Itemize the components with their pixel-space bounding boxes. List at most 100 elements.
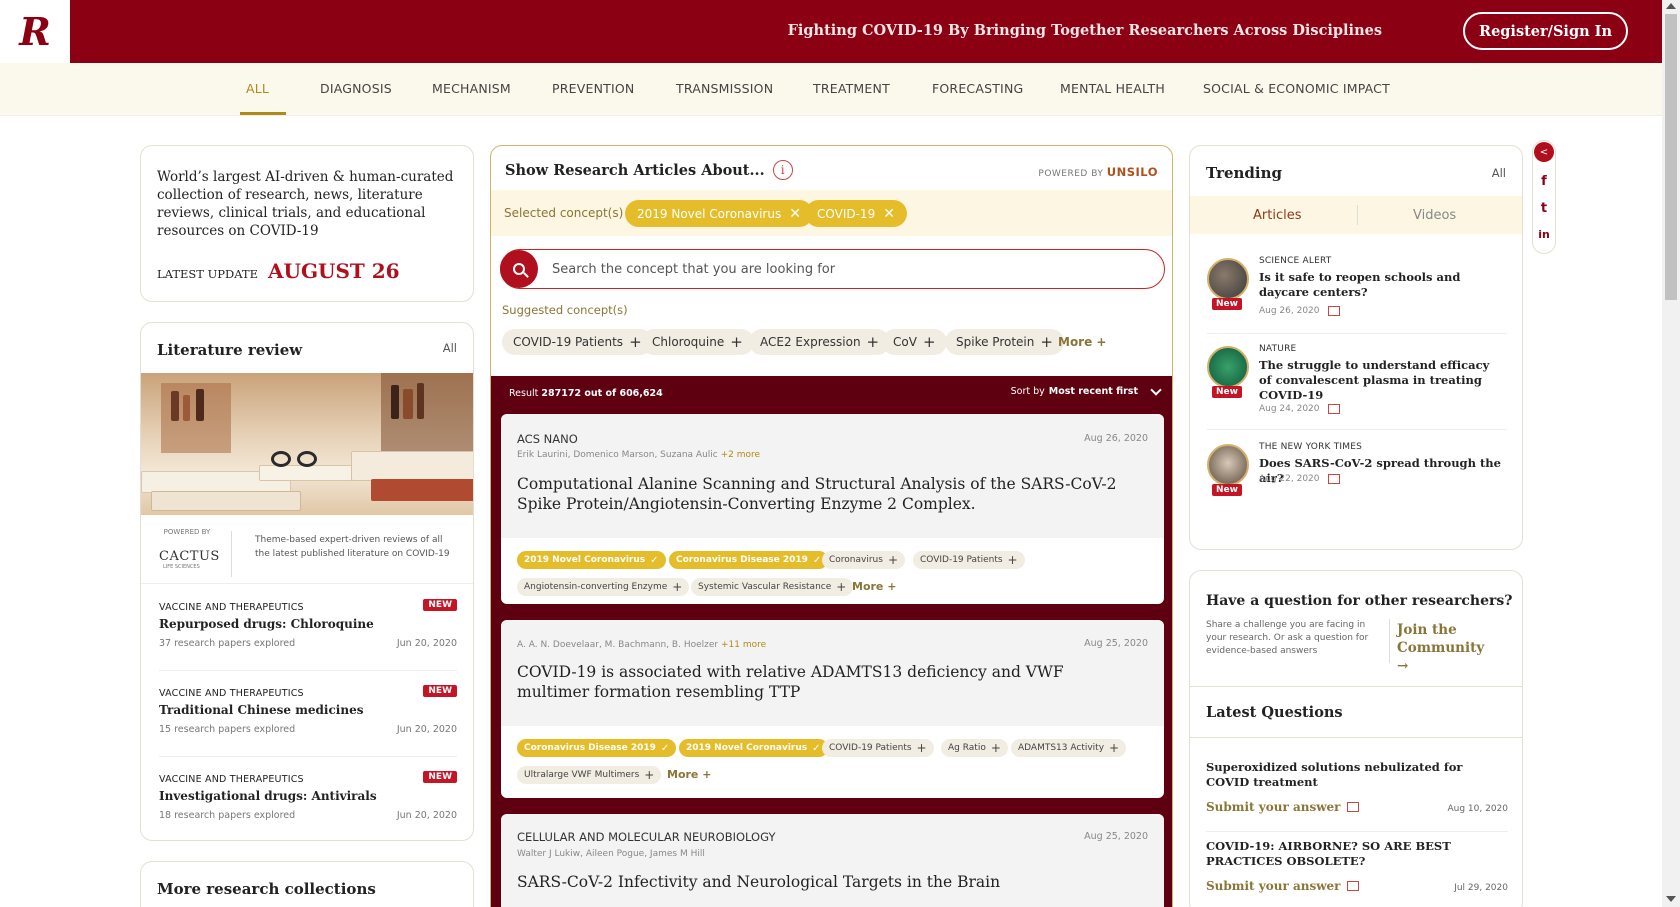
authors-more-link[interactable]: +2 more — [721, 450, 760, 460]
join-community-link[interactable]: Join the Community → — [1397, 621, 1509, 675]
article-more-tags[interactable]: More + — [667, 768, 711, 781]
twitter-icon[interactable]: t — [1533, 201, 1555, 216]
nav-item-mental-health[interactable]: MENTAL HEALTH — [1060, 81, 1165, 96]
suggested-more-link[interactable]: More + — [1058, 335, 1106, 349]
article-more-tags[interactable]: More + — [852, 580, 896, 593]
external-link-icon[interactable] — [1327, 474, 1340, 484]
header-tagline: Fighting COVID-19 By Bringing Together R… — [787, 22, 1382, 39]
literature-item[interactable]: VACCINE AND THERAPEUTICS NEW Traditional… — [159, 671, 457, 757]
tab-articles[interactable]: Articles — [1253, 208, 1301, 223]
question-title[interactable]: COVID-19: AIRBORNE? SO ARE BEST PRACTICE… — [1206, 839, 1504, 869]
suggested-concept-chip[interactable]: ACE2 Expression + — [749, 329, 891, 355]
article-card[interactable]: CELLULAR AND MOLECULAR NEUROBIOLOGY Aug … — [501, 814, 1164, 907]
facebook-icon[interactable]: f — [1533, 174, 1555, 189]
submit-answer-link[interactable]: Submit your answer — [1206, 879, 1359, 893]
question-date: Aug 10, 2020 — [1447, 804, 1508, 814]
result-count: Result 287172 out of 606,624 — [509, 388, 663, 399]
close-icon[interactable]: ✕ — [789, 206, 801, 222]
trending-title-link[interactable]: Is it safe to reopen schools and daycare… — [1259, 270, 1504, 300]
selected-concepts-label: Selected concept(s) — [504, 206, 624, 220]
literature-item-sub: 37 research papers explored — [159, 638, 296, 649]
question-title[interactable]: Superoxidized solutions nebulizated for … — [1206, 760, 1504, 790]
article-title[interactable]: SARS-CoV-2 Infectivity and Neurological … — [517, 872, 1117, 892]
article-tag[interactable]: COVID-19 Patients + — [822, 739, 934, 757]
about-card: World’s largest AI-driven & human-curate… — [140, 145, 474, 302]
scroll-down-icon[interactable] — [1666, 896, 1676, 902]
nav-item-prevention[interactable]: PREVENTION — [552, 81, 634, 96]
trending-item[interactable]: New THE NEW YORK TIMES Does SARS-CoV-2 s… — [1207, 432, 1507, 514]
scrollbar-thumb[interactable] — [1665, 14, 1677, 300]
trending-item[interactable]: New NATURE The struggle to understand ef… — [1207, 334, 1507, 430]
external-link-icon[interactable] — [1327, 404, 1340, 414]
literature-item-sub: 15 research papers explored — [159, 724, 296, 735]
question-item[interactable]: Superoxidized solutions nebulizated for … — [1206, 760, 1508, 832]
nav-item-diagnosis[interactable]: DIAGNOSIS — [320, 81, 392, 96]
suggested-concept-chip[interactable]: COVID-19 Patients + — [502, 329, 653, 355]
plus-icon: + — [730, 333, 743, 351]
external-link-icon[interactable] — [1327, 306, 1340, 316]
sort-value: Most recent first — [1048, 386, 1138, 397]
literature-item-date: Jun 20, 2020 — [396, 724, 457, 735]
concept-label: Chloroquine — [652, 335, 725, 349]
nav-item-forecasting[interactable]: FORECASTING — [932, 81, 1023, 96]
literature-item-title[interactable]: Investigational drugs: Antivirals — [159, 789, 377, 803]
linkedin-icon[interactable]: in — [1533, 228, 1555, 241]
article-title[interactable]: COVID-19 is associated with relative ADA… — [517, 662, 1117, 702]
article-tag[interactable]: Angiotensin-converting Enzyme + — [517, 578, 690, 596]
concept-search-input[interactable] — [552, 261, 1132, 277]
tab-videos[interactable]: Videos — [1413, 208, 1456, 223]
selected-concept-chip[interactable]: 2019 Novel Coronavirus ✕ — [625, 200, 813, 227]
article-tag[interactable]: COVID-19 Patients + — [913, 551, 1025, 569]
literature-item-title[interactable]: Repurposed drugs: Chloroquine — [159, 617, 374, 631]
suggested-concept-chip[interactable]: CoV + — [882, 329, 947, 355]
article-tag-selected[interactable]: 2019 Novel Coronavirus ✓ — [517, 551, 666, 569]
trending-item[interactable]: New SCIENCE ALERT Is it safe to reopen s… — [1207, 246, 1507, 334]
literature-all-link[interactable]: All — [443, 341, 457, 355]
new-badge: New — [1212, 386, 1242, 398]
literature-category: VACCINE AND THERAPEUTICS — [159, 774, 304, 785]
article-authors: A. A. N. Doevelaar, M. Bachmann, B. Hoel… — [517, 640, 767, 650]
close-icon[interactable]: ✕ — [883, 206, 895, 222]
selected-concept-chip[interactable]: COVID-19 ✕ — [805, 200, 907, 227]
article-tag-selected[interactable]: Coronavirus Disease 2019 ✓ — [517, 739, 677, 757]
suggested-concept-chip[interactable]: Chloroquine + — [641, 329, 754, 355]
question-item[interactable]: COVID-19: AIRBORNE? SO ARE BEST PRACTICE… — [1206, 839, 1508, 907]
literature-item[interactable]: VACCINE AND THERAPEUTICS NEW Repurposed … — [159, 585, 457, 671]
authors-more-link[interactable]: +11 more — [721, 640, 766, 650]
article-tag[interactable]: ADAMTS13 Activity + — [1011, 739, 1127, 757]
question-date: Jul 29, 2020 — [1454, 883, 1508, 893]
article-tag[interactable]: Coronavirus + — [822, 551, 906, 569]
research-articles-panel: Show Research Articles About... i POWERE… — [490, 145, 1173, 907]
article-tag-selected[interactable]: Coronavirus Disease 2019 ✓ — [669, 551, 829, 569]
nav-item-all[interactable]: ALL — [246, 81, 269, 96]
sort-dropdown[interactable]: Sort by Most recent first — [1010, 383, 1162, 397]
article-card[interactable]: Aug 25, 2020 A. A. N. Doevelaar, M. Bach… — [501, 620, 1164, 798]
nav-item-social-economic[interactable]: SOCIAL & ECONOMIC IMPACT — [1203, 81, 1390, 96]
article-tag[interactable]: Ultralarge VWF Multimers + — [517, 766, 662, 784]
trending-source: SCIENCE ALERT — [1259, 256, 1332, 266]
search-button[interactable] — [500, 250, 538, 288]
submit-answer-link[interactable]: Submit your answer — [1206, 800, 1359, 814]
literature-item-title[interactable]: Traditional Chinese medicines — [159, 703, 363, 717]
share-icon[interactable]: < — [1534, 142, 1554, 162]
nav-item-treatment[interactable]: TREATMENT — [813, 81, 890, 96]
article-tag[interactable]: Ag Ratio + — [941, 739, 1008, 757]
site-logo[interactable]: R — [0, 0, 70, 63]
article-card[interactable]: ACS NANO Aug 26, 2020 Erik Laurini, Dome… — [501, 414, 1164, 604]
external-link-icon — [1346, 881, 1359, 891]
article-tag[interactable]: Systemic Vascular Resistance + — [691, 578, 854, 596]
nav-item-mechanism[interactable]: MECHANISM — [432, 81, 511, 96]
sort-prefix: Sort by — [1010, 386, 1045, 397]
library-image — [141, 373, 473, 515]
info-icon[interactable]: i — [772, 160, 793, 180]
trending-title-link[interactable]: The struggle to understand efficacy of c… — [1259, 358, 1504, 403]
nav-item-transmission[interactable]: TRANSMISSION — [676, 81, 773, 96]
register-signin-button[interactable]: Register/Sign In — [1463, 12, 1628, 50]
trending-all-link[interactable]: All — [1492, 166, 1506, 180]
scroll-up-icon[interactable] — [1666, 3, 1676, 9]
article-tag-selected[interactable]: 2019 Novel Coronavirus ✓ — [679, 739, 828, 757]
literature-item[interactable]: VACCINE AND THERAPEUTICS NEW Investigati… — [159, 757, 457, 840]
article-title[interactable]: Computational Alanine Scanning and Struc… — [517, 474, 1117, 514]
suggested-concept-chip[interactable]: Spike Protein + — [945, 329, 1064, 355]
literature-category: VACCINE AND THERAPEUTICS — [159, 688, 304, 699]
